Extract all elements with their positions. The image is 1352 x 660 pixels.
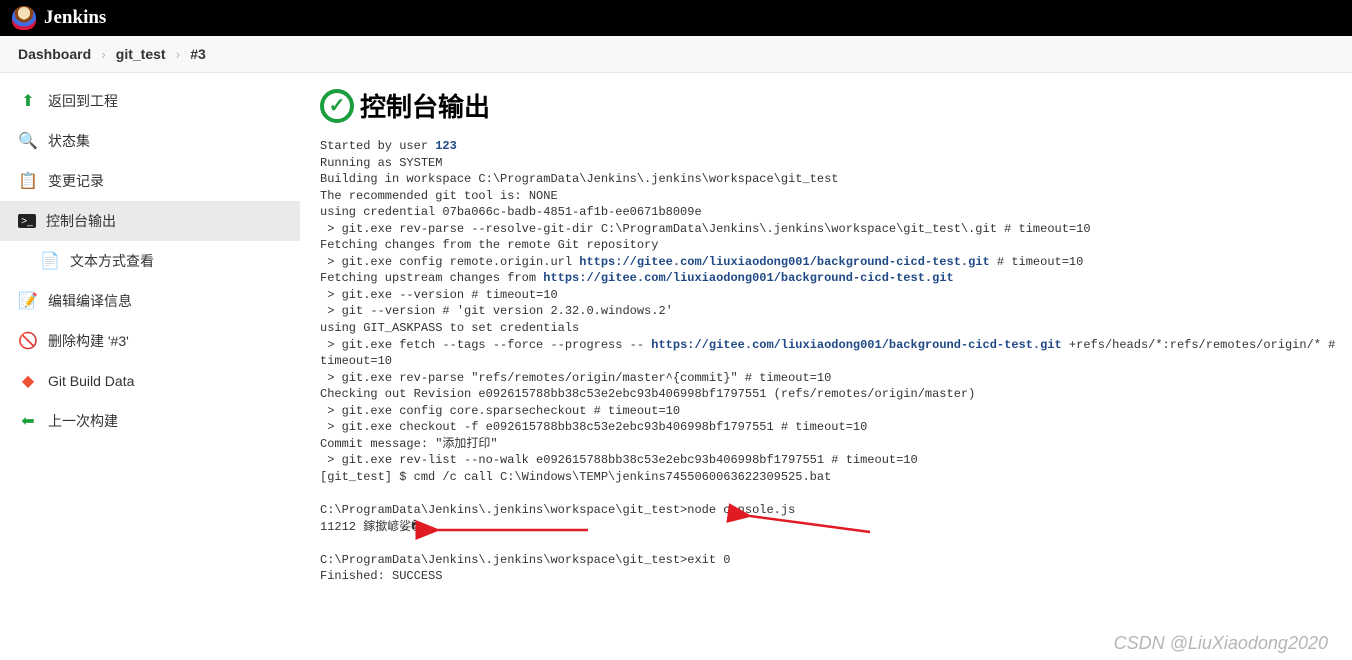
console-output: Started by user 123 Running as SYSTEM Bu… — [320, 138, 1352, 585]
chevron-right-icon: › — [176, 46, 181, 62]
git-icon: ◆ — [18, 371, 38, 391]
top-header: Jenkins — [0, 0, 1352, 36]
sidebar-item-changes[interactable]: 📋 变更记录 — [0, 161, 300, 201]
sidebar-item-label: Git Build Data — [48, 373, 134, 389]
sidebar-item-label: 状态集 — [48, 131, 90, 151]
notepad-icon: 📋 — [18, 171, 38, 191]
arrow-up-icon: ⬆ — [18, 91, 38, 111]
product-name: Jenkins — [44, 7, 106, 29]
user-link[interactable]: 123 — [435, 139, 457, 153]
sidebar-item-delete-build[interactable]: 🚫 删除构建 '#3' — [0, 321, 300, 361]
sidebar-item-label: 编辑编译信息 — [48, 291, 132, 311]
git-url-link[interactable]: https://gitee.com/liuxiaodong001/backgro… — [579, 255, 989, 269]
sidebar-item-label: 变更记录 — [48, 171, 104, 191]
jenkins-butler-icon — [12, 6, 36, 30]
sidebar-item-console-output[interactable]: >_ 控制台输出 — [0, 201, 300, 241]
breadcrumb: Dashboard › git_test › #3 — [0, 36, 1352, 73]
breadcrumb-dashboard[interactable]: Dashboard — [18, 46, 91, 62]
content-area: ✓ 控制台输出 Started by user 123 Running as S… — [300, 73, 1352, 585]
sidebar-item-label: 返回到工程 — [48, 91, 118, 111]
document-icon: 📄 — [40, 251, 60, 271]
page-heading: 控制台输出 — [360, 87, 490, 124]
magnifier-icon: 🔍 — [18, 131, 38, 151]
chevron-right-icon: › — [101, 46, 106, 62]
breadcrumb-job[interactable]: git_test — [116, 46, 166, 62]
no-entry-icon: 🚫 — [18, 331, 38, 351]
success-check-icon: ✓ — [320, 89, 354, 123]
jenkins-logo[interactable]: Jenkins — [12, 6, 106, 30]
git-url-link[interactable]: https://gitee.com/liuxiaodong001/backgro… — [651, 338, 1061, 352]
main-layout: ⬆ 返回到工程 🔍 状态集 📋 变更记录 >_ 控制台输出 📄 文本方式查看 📝… — [0, 73, 1352, 585]
git-url-link[interactable]: https://gitee.com/liuxiaodong001/backgro… — [543, 271, 953, 285]
breadcrumb-build[interactable]: #3 — [190, 46, 206, 62]
watermark-text: CSDN @LiuXiaodong2020 — [1114, 633, 1328, 654]
sidebar-item-label: 上一次构建 — [48, 411, 118, 431]
sidebar-item-label: 文本方式查看 — [70, 251, 154, 271]
page-title: ✓ 控制台输出 — [320, 87, 1352, 124]
sidebar-item-back-to-project[interactable]: ⬆ 返回到工程 — [0, 81, 300, 121]
sidebar-item-view-as-text[interactable]: 📄 文本方式查看 — [0, 241, 300, 281]
sidebar-item-label: 控制台输出 — [46, 211, 116, 231]
sidebar-item-edit-build-info[interactable]: 📝 编辑编译信息 — [0, 281, 300, 321]
terminal-icon: >_ — [18, 214, 36, 228]
arrow-left-icon: ⬅ — [18, 411, 38, 431]
sidebar-item-label: 删除构建 '#3' — [48, 331, 129, 351]
sidebar-item-previous-build[interactable]: ⬅ 上一次构建 — [0, 401, 300, 441]
sidebar: ⬆ 返回到工程 🔍 状态集 📋 变更记录 >_ 控制台输出 📄 文本方式查看 📝… — [0, 73, 300, 585]
console-text: > git.exe --version # timeout=10 > git -… — [320, 288, 673, 352]
sidebar-item-status[interactable]: 🔍 状态集 — [0, 121, 300, 161]
edit-icon: 📝 — [18, 291, 38, 311]
console-text: Started by user — [320, 139, 435, 153]
console-text: +refs/heads/*:refs/remotes/origin/* # ti… — [320, 338, 1343, 584]
console-text: Running as SYSTEM Building in workspace … — [320, 156, 1091, 269]
sidebar-item-git-build-data[interactable]: ◆ Git Build Data — [0, 361, 300, 401]
